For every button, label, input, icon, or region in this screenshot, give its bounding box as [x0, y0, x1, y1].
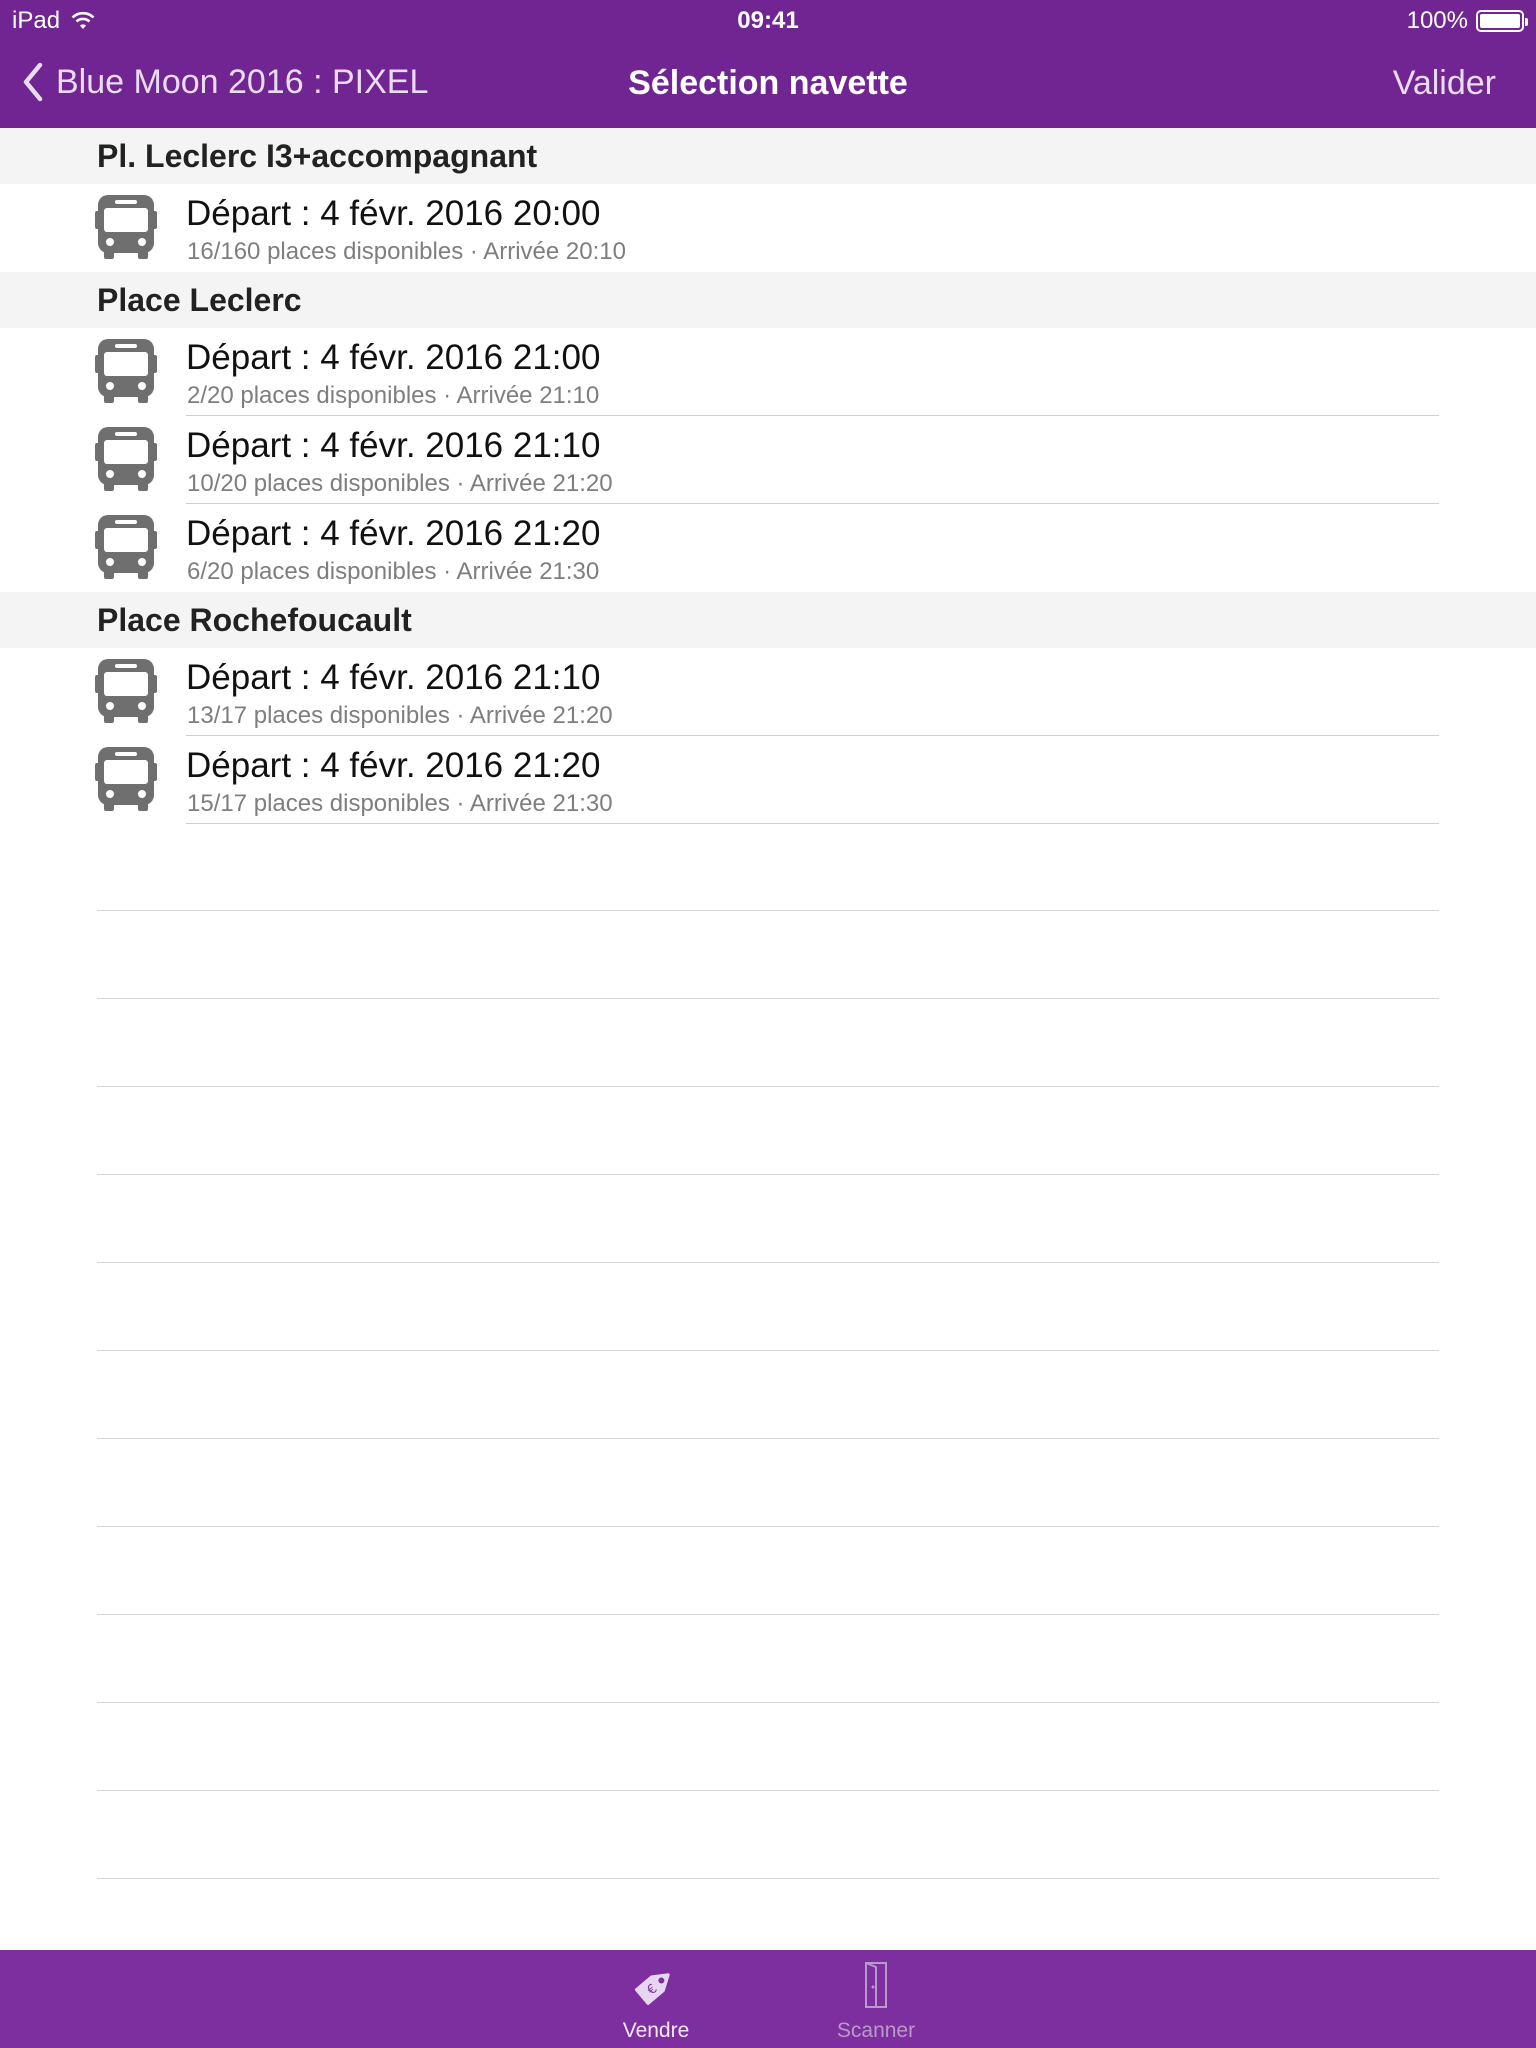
page-title: Sélection navette — [628, 64, 908, 102]
empty-row-divider — [97, 1614, 1439, 1615]
bus-icon — [95, 339, 157, 403]
app-screen: iPad 09:41 100% Blue Moon 2016: PIXEL S… — [0, 0, 1536, 2048]
top-bar: iPad 09:41 100% Blue Moon 2016: PIXEL S… — [0, 0, 1536, 128]
shuttle-row[interactable]: Départ : 4 févr. 2016 21:20 6/20 places … — [0, 504, 1536, 592]
status-bar: iPad 09:41 100% — [0, 0, 1536, 40]
availability-subtitle: 15/17 places disponibles · Arrivée 21:30 — [187, 790, 613, 817]
departure-title: Départ : 4 févr. 2016 21:00 — [186, 338, 601, 377]
shuttle-row[interactable]: Départ : 4 févr. 2016 20:00 16/160 place… — [0, 184, 1536, 272]
shuttle-row[interactable]: Départ : 4 févr. 2016 21:10 10/20 places… — [0, 416, 1536, 504]
status-time: 09:41 — [737, 7, 799, 34]
tab-label: Vendre — [622, 2019, 690, 2042]
tab-vendre[interactable]: € Vendre — [586, 1960, 726, 2043]
battery-fill — [1480, 14, 1520, 28]
empty-row-divider — [97, 1702, 1439, 1703]
availability-subtitle: 6/20 places disponibles · Arrivée 21:30 — [187, 558, 600, 585]
empty-row-divider — [97, 1350, 1439, 1351]
empty-row-divider — [97, 1526, 1439, 1527]
availability-subtitle: 2/20 places disponibles · Arrivée 21:10 — [187, 382, 600, 409]
battery-percent: 100% — [1406, 7, 1468, 34]
validate-button[interactable]: Valider — [1393, 64, 1496, 103]
bus-icon — [95, 195, 157, 259]
section-header: Place Leclerc — [0, 272, 1536, 328]
shuttle-row[interactable]: Départ : 4 févr. 2016 21:20 15/17 places… — [0, 736, 1536, 824]
shuttle-row[interactable]: Départ : 4 févr. 2016 21:00 2/20 places … — [0, 328, 1536, 416]
empty-row-divider — [97, 1086, 1439, 1087]
departure-title: Départ : 4 févr. 2016 20:00 — [186, 194, 601, 233]
bus-icon — [95, 659, 157, 723]
bus-icon — [95, 747, 157, 811]
empty-row-divider — [97, 1174, 1439, 1175]
empty-row-divider — [97, 1262, 1439, 1263]
bus-icon — [95, 515, 157, 579]
price-tag-icon: € — [634, 1973, 670, 2005]
navigation-bar: Blue Moon 2016 : PIXEL Sélection navette… — [0, 40, 1536, 128]
tab-scanner[interactable]: Scanner — [806, 1960, 946, 2043]
tab-bar: € Vendre Scanner — [0, 1950, 1536, 2048]
empty-row-divider — [97, 1790, 1439, 1791]
empty-row-divider — [97, 1878, 1439, 1879]
availability-subtitle: 10/20 places disponibles · Arrivée 21:20 — [187, 470, 613, 497]
shuttle-row[interactable]: Départ : 4 févr. 2016 21:10 13/17 places… — [0, 648, 1536, 736]
empty-row-divider — [97, 998, 1439, 999]
departure-title: Départ : 4 févr. 2016 21:20 — [186, 514, 601, 553]
empty-row-divider — [97, 910, 1439, 911]
section-header: Place Rochefoucault — [0, 592, 1536, 648]
availability-subtitle: 16/160 places disponibles · Arrivée 20:1… — [187, 238, 626, 265]
availability-subtitle: 13/17 places disponibles · Arrivée 21:20 — [187, 702, 613, 729]
departure-title: Départ : 4 févr. 2016 21:10 — [186, 658, 601, 697]
door-icon — [865, 1962, 887, 2008]
status-right: 100% — [1406, 7, 1528, 35]
tab-label: Scanner — [836, 2019, 916, 2042]
empty-row-divider — [97, 1438, 1439, 1439]
bus-icon — [95, 427, 157, 491]
section-header: Pl. Leclerc I3+accompagnant — [0, 128, 1536, 184]
shuttle-list: Pl. Leclerc I3+accompagnant Départ : 4 f… — [0, 128, 1536, 824]
battery-icon — [1476, 10, 1528, 32]
departure-title: Départ : 4 févr. 2016 21:20 — [186, 746, 601, 785]
row-divider — [186, 823, 1439, 824]
departure-title: Départ : 4 févr. 2016 21:10 — [186, 426, 601, 465]
